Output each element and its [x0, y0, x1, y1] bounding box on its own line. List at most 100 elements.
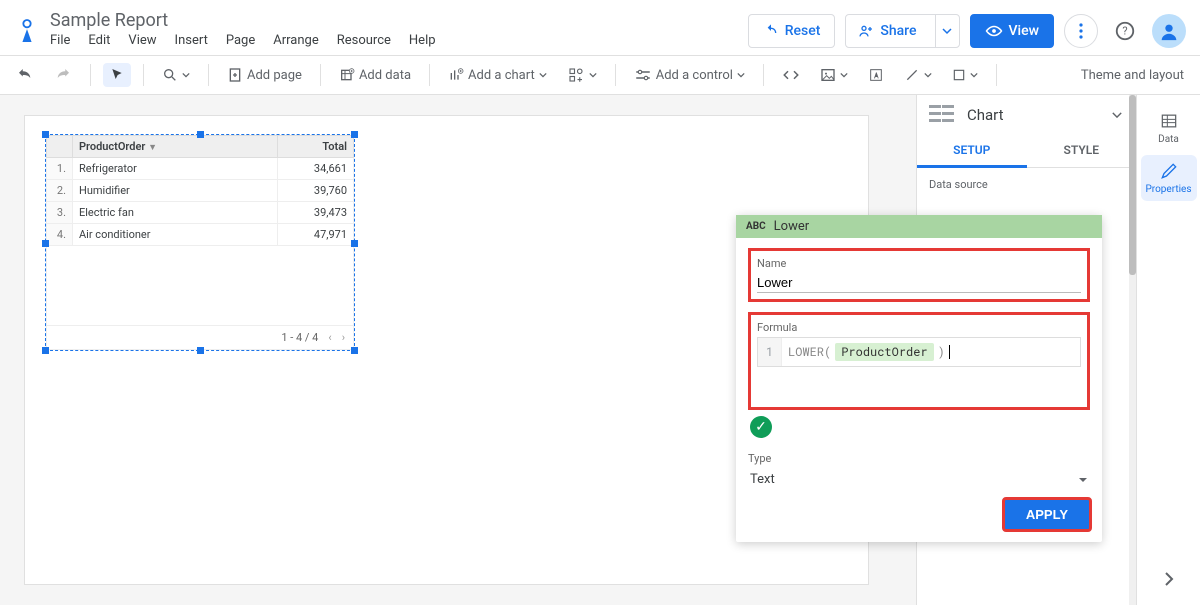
popup-field-name: Lower [774, 219, 809, 234]
popup-header: ABC Lower [736, 215, 1102, 238]
menu-view[interactable]: View [128, 33, 156, 48]
eye-icon [985, 24, 1003, 38]
tab-setup[interactable]: SETUP [917, 135, 1027, 168]
help-icon: ? [1114, 20, 1136, 42]
type-abc-badge: ABC [746, 221, 766, 232]
help-button[interactable]: ? [1108, 14, 1142, 48]
page-range: 1 - 4 / 4 [281, 331, 318, 344]
selected-table-chart[interactable]: ProductOrder ▼ Total 1.Refrigerator34,66… [45, 134, 355, 351]
page-next[interactable]: › [342, 331, 345, 344]
add-chart-button[interactable]: Add a chart [442, 63, 553, 87]
menu-edit[interactable]: Edit [88, 33, 110, 48]
name-input[interactable] [757, 273, 1081, 293]
add-control-button[interactable]: Add a control [628, 63, 751, 87]
menu-page[interactable]: Page [226, 33, 255, 48]
selection-tool[interactable] [103, 63, 131, 87]
table-row: 2.Humidifier39,760 [47, 180, 354, 202]
undo-icon [763, 23, 779, 39]
more-options-button[interactable] [1064, 14, 1098, 48]
doc-title[interactable]: Sample Report [50, 10, 436, 31]
caret-down-icon [589, 71, 597, 79]
tab-style[interactable]: STYLE [1027, 135, 1137, 168]
type-label: Type [748, 452, 1090, 465]
header: Sample Report File Edit View Insert Page… [0, 0, 1200, 55]
apply-button[interactable]: APPLY [1004, 499, 1090, 530]
caret-down-icon [942, 26, 952, 36]
table-row: 1.Refrigerator34,661 [47, 158, 354, 180]
data-add-icon [339, 67, 355, 83]
caret-down-icon [182, 71, 190, 79]
redo-icon [54, 66, 72, 84]
person-add-icon [858, 23, 874, 39]
url-embed-button[interactable] [776, 64, 806, 86]
formula-field-highlight: Formula 1 LOWER( ProductOrder ) [748, 312, 1090, 410]
col-total[interactable]: Total [278, 136, 354, 158]
square-icon [952, 68, 966, 82]
add-page-button[interactable]: Add page [221, 63, 308, 87]
formula-fn-open: LOWER( [788, 344, 831, 360]
col-productorder[interactable]: ProductOrder ▼ [73, 136, 278, 158]
line-button[interactable] [898, 63, 938, 87]
user-avatar[interactable] [1152, 14, 1186, 48]
redo-button[interactable] [48, 62, 78, 88]
undo-button[interactable] [10, 62, 40, 88]
cursor-icon [109, 67, 125, 83]
section-data-source: Data source [917, 168, 1136, 195]
share-button[interactable]: Share [845, 14, 959, 48]
table-chart-icon [929, 105, 957, 125]
shape-button[interactable] [946, 64, 984, 86]
panel-scrollbar[interactable] [1129, 95, 1136, 605]
shapes-icon [567, 66, 585, 84]
formula-field-token: ProductOrder [835, 343, 933, 361]
chevron-right-icon [1163, 570, 1175, 588]
view-button[interactable]: View [970, 14, 1055, 48]
avatar-icon [1158, 20, 1180, 42]
caret-down-icon [970, 71, 978, 79]
kebab-icon [1079, 23, 1083, 39]
pencil-icon [1159, 161, 1179, 181]
data-table: ProductOrder ▼ Total 1.Refrigerator34,66… [46, 135, 354, 246]
type-value: Text [750, 472, 775, 487]
formula-label: Formula [757, 321, 1081, 334]
code-icon [782, 68, 800, 82]
menu-insert[interactable]: Insert [175, 33, 208, 48]
image-icon [820, 67, 836, 83]
chart-add-icon [448, 67, 464, 83]
text-button[interactable] [862, 63, 890, 87]
table-icon [1159, 111, 1179, 131]
text-caret [949, 345, 950, 359]
type-select[interactable]: Text [748, 468, 1090, 487]
chevron-down-icon[interactable] [1110, 108, 1124, 122]
share-caret[interactable] [935, 15, 959, 47]
right-rail: Data Properties [1136, 95, 1200, 605]
image-button[interactable] [814, 63, 854, 87]
rail-data[interactable]: Data [1141, 105, 1197, 151]
formula-editor[interactable]: 1 LOWER( ProductOrder ) [757, 337, 1081, 367]
menu-arrange[interactable]: Arrange [273, 33, 318, 48]
page-prev[interactable]: ‹ [328, 331, 331, 344]
menu-resource[interactable]: Resource [337, 33, 391, 48]
rail-properties[interactable]: Properties [1141, 155, 1197, 201]
page-add-icon [227, 67, 243, 83]
name-field-highlight: Name [748, 248, 1090, 302]
caret-down-icon [737, 71, 745, 79]
caret-down-icon [1078, 475, 1088, 485]
reset-button[interactable]: Reset [748, 14, 836, 48]
line-gutter: 1 [758, 338, 782, 366]
undo-icon [16, 66, 34, 84]
caret-down-icon [924, 71, 932, 79]
menu-help[interactable]: Help [409, 33, 436, 48]
table-row: 3.Electric fan39,473 [47, 202, 354, 224]
community-viz-button[interactable] [561, 62, 603, 88]
formula-fn-close: ) [938, 344, 945, 360]
calculated-field-popup: ABC Lower Name Formula 1 LOWER( ProductO… [736, 215, 1102, 542]
theme-layout-button[interactable]: Theme and layout [1075, 64, 1190, 87]
rail-expand[interactable] [1153, 563, 1185, 595]
main-menu: File Edit View Insert Page Arrange Resou… [50, 33, 436, 48]
add-data-button[interactable]: Add data [333, 63, 417, 87]
zoom-tool[interactable] [156, 63, 196, 87]
toolbar: Add page Add data Add a chart Add a cont… [0, 55, 1200, 95]
menu-file[interactable]: File [50, 33, 70, 48]
line-icon [904, 67, 920, 83]
name-label: Name [757, 257, 1081, 270]
